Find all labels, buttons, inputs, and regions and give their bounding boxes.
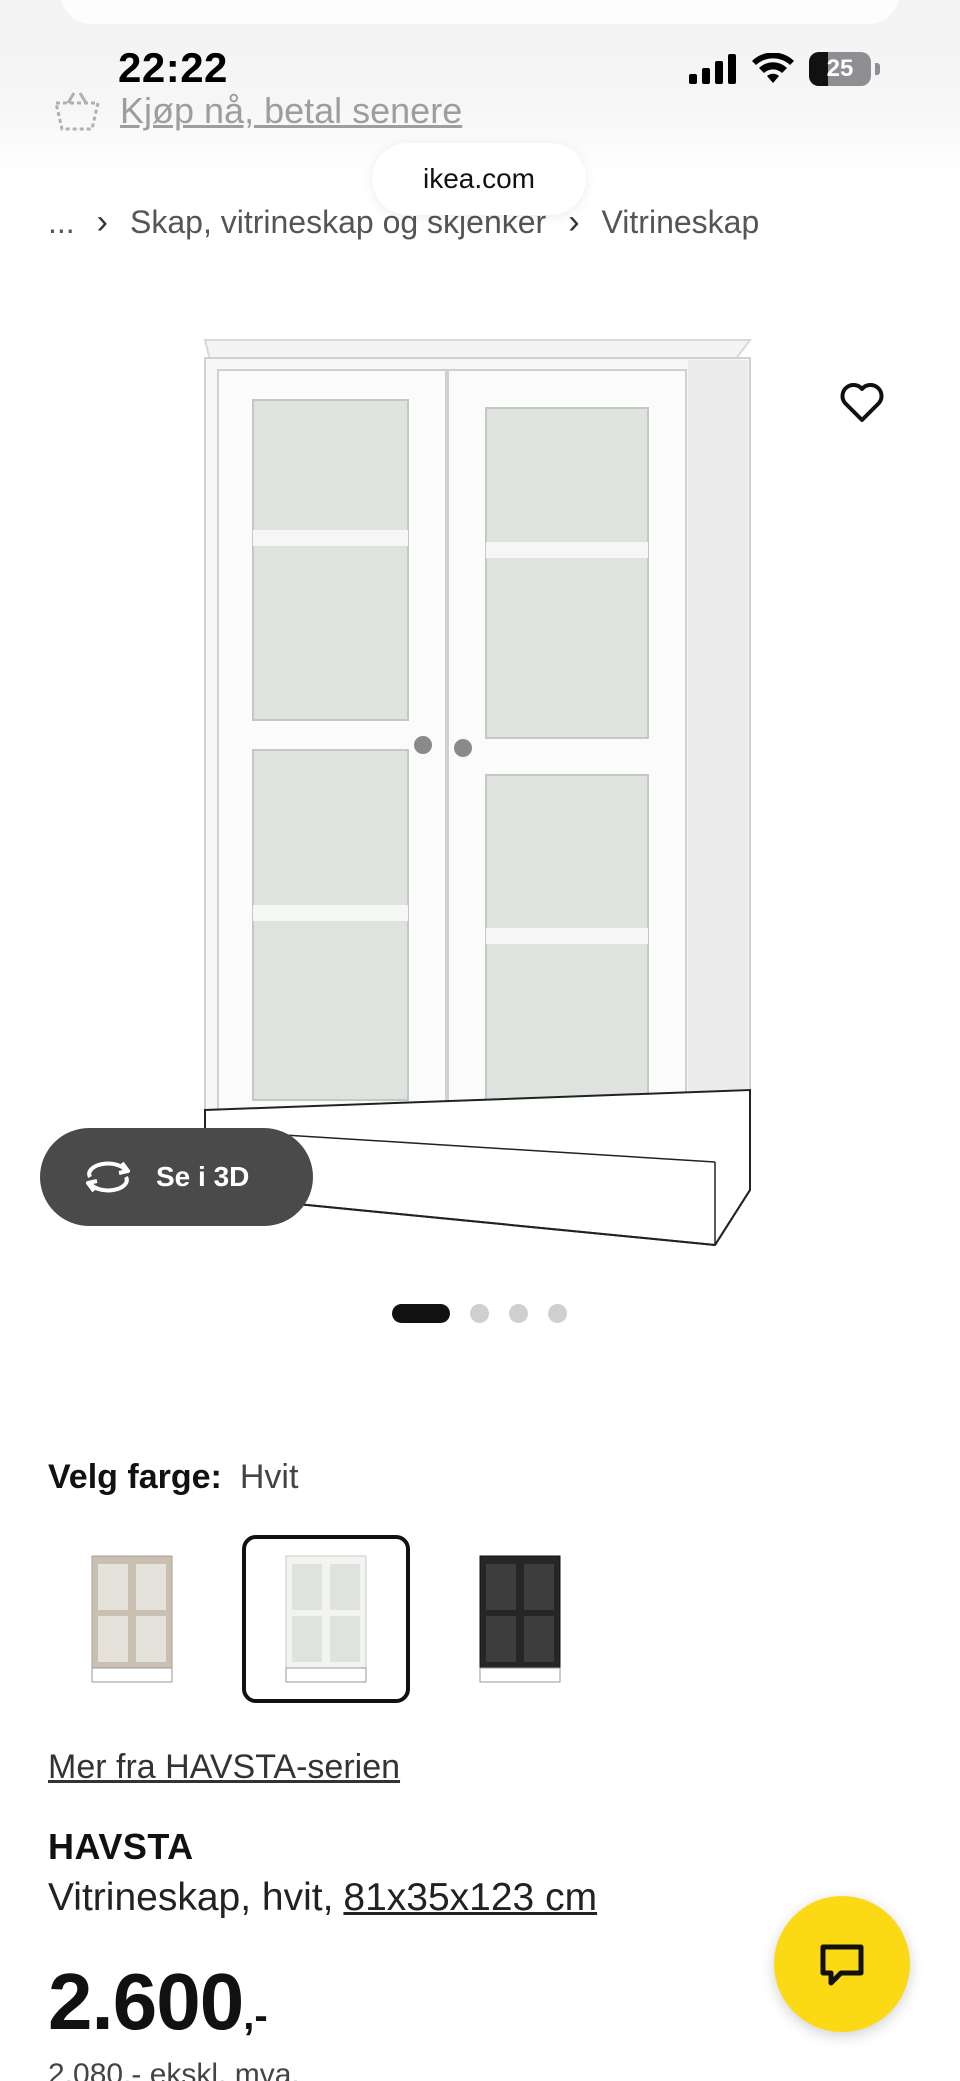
color-selected-value: Hvit — [239, 1458, 299, 1496]
color-label: Velg farge: — [48, 1458, 222, 1496]
price-excl-vat: 2.080,- ekskl. mva. — [48, 2058, 300, 2081]
chat-button[interactable] — [774, 1896, 910, 2032]
url-text: ikea.com — [422, 163, 536, 194]
product-image[interactable] — [190, 320, 770, 1250]
swatch-black[interactable] — [436, 1535, 604, 1703]
price-suffix: ,- — [243, 1994, 268, 2038]
color-selector-heading: Velg farge: Hvit — [48, 1458, 298, 1497]
product-type: Vitrineskap, hvit, — [48, 1876, 334, 1919]
cabinet-thumb-black — [479, 1555, 561, 1683]
chat-icon — [820, 1944, 864, 1986]
product-description: Vitrineskap, hvit, 81x35x123 cm — [48, 1876, 597, 1920]
cabinet-thumb-grey-beige — [91, 1555, 173, 1683]
gallery-dot-2[interactable] — [470, 1304, 489, 1323]
swatch-white[interactable] — [242, 1535, 410, 1703]
promo-banner[interactable]: Kjøp nå, betal senere — [52, 90, 462, 132]
product-name: HAVSTA — [48, 1826, 194, 1867]
view-3d-button[interactable]: Se i 3D — [40, 1128, 313, 1226]
breadcrumb-separator-icon: › — [96, 203, 108, 241]
battery-level: 25 — [826, 55, 854, 82]
product-price: 2.600 ,- — [48, 1956, 268, 2048]
gallery-dot-4[interactable] — [548, 1304, 567, 1323]
basket-icon — [54, 92, 100, 131]
breadcrumb-ellipsis[interactable]: ... — [48, 204, 75, 241]
rotate-3d-icon — [86, 1161, 130, 1193]
gallery-dot-1[interactable] — [392, 1304, 450, 1323]
cabinet-thumb-white — [285, 1555, 367, 1683]
product-dimensions-link[interactable]: 81x35x123 cm — [343, 1876, 597, 1920]
url-bar[interactable]: ikea.com — [372, 143, 586, 215]
battery-tip — [875, 63, 880, 75]
wifi-icon — [752, 53, 794, 83]
battery-icon: 25 — [809, 52, 871, 86]
view-3d-label: Se i 3D — [156, 1161, 250, 1192]
signal-icon — [689, 54, 736, 84]
promo-link[interactable]: Kjøp nå, betal senere — [120, 90, 462, 132]
color-swatches — [48, 1535, 604, 1703]
price-amount: 2.600 — [48, 1957, 244, 2046]
status-icons: 25 — [689, 52, 880, 86]
series-link[interactable]: Mer fra HAVSTA-serien — [48, 1748, 400, 1787]
heart-icon[interactable] — [838, 378, 886, 426]
gallery-pagination — [392, 1304, 567, 1323]
top-bar-pill — [60, 0, 900, 24]
breadcrumb-item-subcategory[interactable]: Vitrineskap — [602, 204, 760, 241]
swatch-grey-beige[interactable] — [48, 1535, 216, 1703]
status-time: 22:22 — [118, 44, 228, 91]
gallery-dot-3[interactable] — [509, 1304, 528, 1323]
